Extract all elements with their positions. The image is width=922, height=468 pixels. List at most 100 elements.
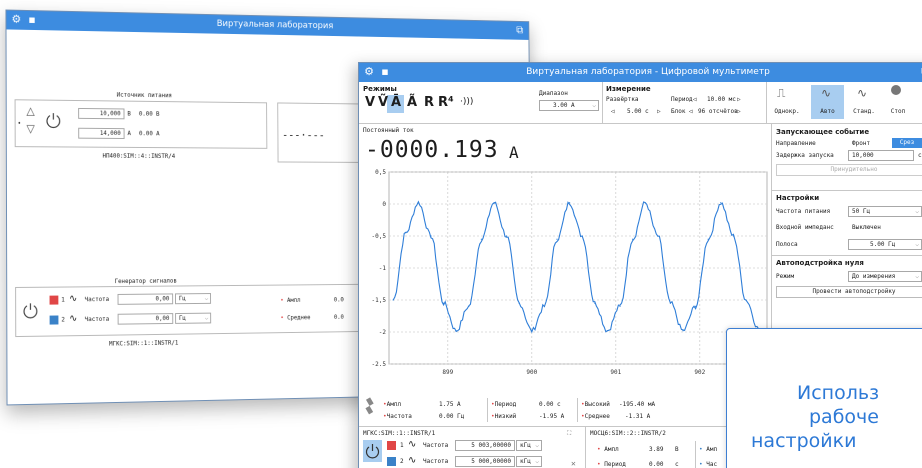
channel2-color-swatch xyxy=(49,315,59,325)
mode-dc-voltage-button[interactable]: V xyxy=(365,95,375,110)
gen-panel-ch1-unit-select[interactable]: кГц ⌵ xyxy=(516,440,542,451)
chart-data-point xyxy=(657,235,659,237)
delay-input[interactable]: 10,000 xyxy=(848,150,914,161)
trigger-auto-button[interactable]: Авто xyxy=(811,108,844,115)
delay-label: Задержка запуска xyxy=(776,152,834,159)
range-select[interactable]: 3.00 А ⌵ xyxy=(539,100,599,111)
chart-data-point xyxy=(518,302,520,304)
chart-y-tick-label: -1,5 xyxy=(372,297,387,304)
impedance-label: Входной импеданс xyxy=(776,224,834,231)
direction-front-option[interactable]: Фронт xyxy=(852,140,870,147)
standard-wave-icon: ∿ xyxy=(857,86,868,100)
ruler-icon[interactable]: ▞ xyxy=(362,398,377,415)
back-window-titlebar: ⚙ ▪ Виртуальная лаборатория ⧉ xyxy=(6,10,529,40)
sweep-increase-icon[interactable]: ▷ xyxy=(657,108,661,115)
mains-freq-select[interactable]: 50 Гц ⌵ xyxy=(848,206,922,217)
gen-ch1-unit-select[interactable]: Гц ⌵ xyxy=(174,293,212,305)
chart-x-tick-label: 902 xyxy=(694,369,705,376)
period-decrease-icon[interactable]: ◁ xyxy=(693,96,697,103)
gen-ch2-input[interactable]: 0,00 xyxy=(117,313,174,325)
multimeter-title: Виртуальная лаборатория - Цифровой мульт… xyxy=(526,67,770,77)
chevron-down-icon: ⌵ xyxy=(535,442,539,449)
stat-amp-label-text: Ампл xyxy=(386,401,402,408)
popout-icon[interactable]: ⧉ xyxy=(514,24,525,36)
overlay-line2: рабоче xyxy=(809,406,879,428)
gen-panel-ch2-input[interactable]: 5 000,00000 xyxy=(455,456,515,467)
chart-y-tick-label: 0 xyxy=(382,201,386,208)
chart-data-point xyxy=(569,202,571,204)
trigger-single-button[interactable]: Однокр. xyxy=(769,108,805,115)
period-increase-icon[interactable]: ▷ xyxy=(737,96,741,103)
voltage-unit: В xyxy=(127,110,131,118)
stat-period-label-text: Период xyxy=(494,401,517,408)
sine-wave-icon[interactable]: ∿ xyxy=(408,455,416,466)
gen-panel-ch2-label: Частота xyxy=(423,458,449,465)
stat-low-label-text: Низкий xyxy=(494,413,517,420)
expand-icon[interactable]: ⛶ xyxy=(567,430,571,438)
chart-data-point xyxy=(594,302,596,304)
trigger-stop-button[interactable]: Стоп xyxy=(883,108,913,115)
gen-avg-value: 0.0 xyxy=(333,313,344,321)
gen-panel-ch2-unit-select[interactable]: кГц ⌵ xyxy=(516,456,542,467)
block-value: 96 отсчётов xyxy=(698,108,738,115)
voltage-input[interactable]: 10,000 xyxy=(78,107,125,120)
autozero-mode-label: Режим xyxy=(776,273,795,280)
chart-data-point xyxy=(543,305,545,307)
power-section-box: • △ ▽ 10,000 В 0.00 В 14,000 А 0.00 А xyxy=(14,99,268,149)
arrow-up-icon[interactable]: △ xyxy=(26,104,34,117)
current-unit: А xyxy=(127,130,131,138)
power-icon xyxy=(365,444,380,459)
chart-x-tick-label: 901 xyxy=(610,369,621,376)
sweep-decrease-icon[interactable]: ◁ xyxy=(611,108,615,115)
mode-ac-current-button[interactable]: Ã xyxy=(407,95,417,110)
divider xyxy=(695,441,696,468)
mode-4wire-resistance-button[interactable]: R⁴ xyxy=(438,95,454,110)
power-icon[interactable] xyxy=(45,112,62,129)
chart-data-point xyxy=(745,299,747,301)
sine-wave-icon[interactable]: ∿ xyxy=(69,293,77,304)
gen-amp-value: 0.0 xyxy=(333,296,344,304)
direction-cut-option[interactable]: Срез xyxy=(892,138,922,148)
mode-continuity-button[interactable]: ·))) xyxy=(460,97,473,107)
gen-power-icon[interactable] xyxy=(22,302,39,319)
sine-wave-icon[interactable]: ∿ xyxy=(408,439,416,450)
osc-amp-label-text: Ампл xyxy=(604,446,619,453)
block-increase-icon[interactable]: ▷ xyxy=(737,108,741,115)
stat-avg-value: -1.31 А xyxy=(625,413,651,420)
osc-amp-value: 3.89 xyxy=(649,446,664,453)
sweep-value: 5.00 с xyxy=(627,108,649,115)
gen-power-button[interactable] xyxy=(363,440,382,462)
mode-ac-voltage-button[interactable]: Ṽ xyxy=(378,95,388,110)
divider xyxy=(487,398,488,422)
mode-dc-current-button[interactable]: Ā xyxy=(391,95,401,110)
divider xyxy=(602,82,603,124)
divider xyxy=(577,398,578,422)
sine-wave-icon[interactable]: ∿ xyxy=(69,313,77,324)
current-input[interactable]: 14,000 xyxy=(78,127,125,139)
chart-y-tick-label: 0,5 xyxy=(375,169,386,176)
chart-y-tick-label: -0,5 xyxy=(372,233,387,240)
gen-ch1-input[interactable]: 0,00 xyxy=(117,293,174,305)
close-icon[interactable]: ✕ xyxy=(571,459,576,468)
gen-panel-ch1-number: 1 xyxy=(400,442,404,449)
impedance-value[interactable]: Выключен xyxy=(852,224,881,231)
autozero-mode-value: До измерения xyxy=(852,273,896,280)
chart-data-point xyxy=(695,305,697,307)
block-decrease-icon[interactable]: ◁ xyxy=(689,108,693,115)
band-select[interactable]: 5.00 Гц ⌵ xyxy=(848,239,922,250)
sweep-label: Развёртка xyxy=(606,96,639,103)
divider xyxy=(766,82,767,124)
force-trigger-button[interactable]: Принудительно xyxy=(776,164,922,176)
stat-avg-label: •Среднее xyxy=(581,413,610,420)
trigger-standard-button[interactable]: Станд. xyxy=(847,108,881,115)
stat-freq-label: •Частота xyxy=(383,413,412,420)
autozero-mode-select[interactable]: До измерения ⌵ xyxy=(848,271,922,282)
range-value: 3.00 А xyxy=(553,102,575,109)
gen-panel-ch1-input[interactable]: 5 003,00000 xyxy=(455,440,515,451)
gen-ch2-unit-select[interactable]: Гц ⌵ xyxy=(175,312,212,324)
arrow-down-icon[interactable]: ▽ xyxy=(26,122,34,135)
mode-resistance-button[interactable]: R xyxy=(424,95,434,110)
run-autozero-button[interactable]: Провести автоподстройку xyxy=(776,286,922,298)
period-value: 10.00 мс xyxy=(707,96,736,103)
chart-data-point xyxy=(506,235,508,237)
